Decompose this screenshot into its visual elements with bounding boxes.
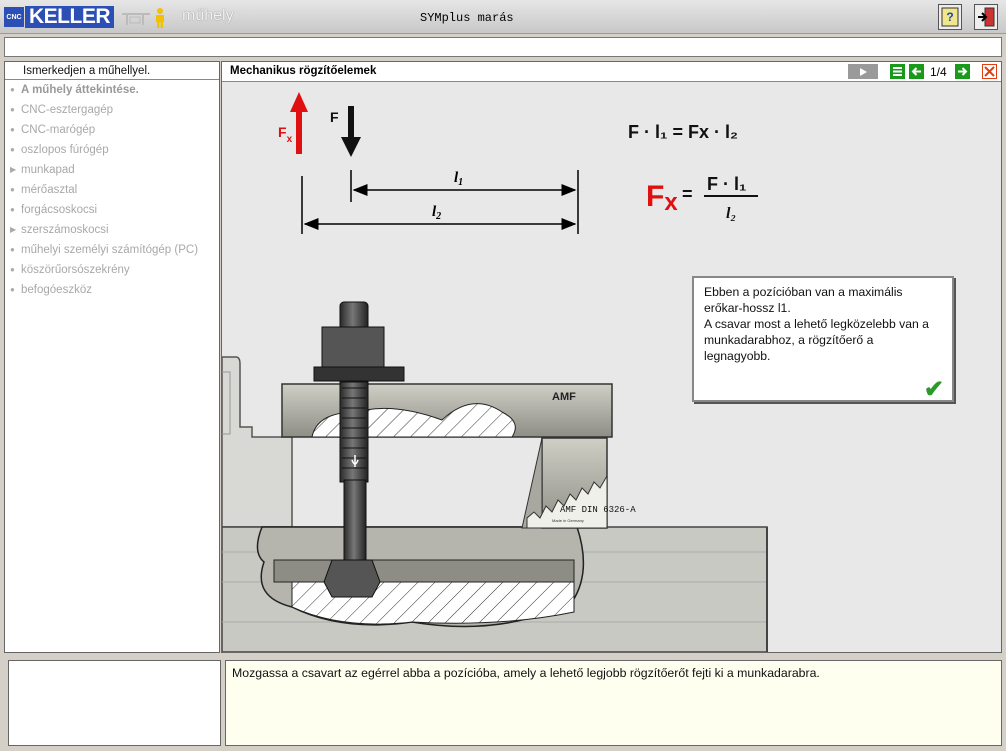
prev-icon: [911, 67, 921, 76]
play-icon: [860, 67, 867, 76]
info-box: Ebben a pozícióban van a maximális erőka…: [692, 276, 954, 402]
sidebar-header: Ismerkedjen a műhellyel.: [5, 62, 219, 80]
bullet-icon: ●: [10, 145, 15, 154]
f-label: F: [330, 109, 339, 125]
main-panel: Mechanikus rögzítőelemek 1/4 Fx F l1 l2 …: [221, 61, 1002, 653]
triangle-icon: ▶: [10, 165, 17, 174]
bullet-icon: ●: [10, 265, 15, 274]
sidebar-item-measuring-table[interactable]: ● mérőasztal: [5, 180, 219, 200]
f-force-arrow: [341, 106, 361, 157]
equation-2-eq: =: [682, 184, 693, 204]
exit-button[interactable]: [974, 4, 998, 30]
bullet-icon: ●: [10, 105, 15, 114]
fx-force-arrow: [290, 92, 308, 154]
equation-2-numerator: F · l₁: [707, 174, 746, 194]
section-label: műhely: [182, 7, 234, 24]
step-block: AMF DIN 6326-A Made in Germany: [521, 437, 636, 529]
close-button[interactable]: [982, 64, 997, 79]
sidebar-item-clamping[interactable]: ● befogóeszköz: [5, 280, 219, 300]
machine-table: [222, 526, 768, 652]
page-indicator: 1/4: [930, 65, 947, 79]
help-button[interactable]: ?: [938, 4, 962, 30]
cnc-logo-box: CNC: [4, 7, 24, 27]
triangle-icon: ▶: [10, 225, 17, 234]
bullet-icon: ●: [10, 125, 15, 134]
sidebar-item-label: munkapad: [21, 164, 75, 176]
sidebar-item-label: oszlopos fúrógép: [21, 144, 109, 156]
logo-prefix: CNC: [6, 13, 22, 21]
page-title: Mechanikus rögzítőelemek: [230, 65, 377, 77]
address-field[interactable]: [4, 37, 1002, 57]
sidebar-item-milling[interactable]: ● CNC-marógép: [5, 120, 219, 140]
sidebar-item-label: CNC-marógép: [21, 124, 96, 136]
left-fixture: [222, 356, 293, 528]
sidebar: Ismerkedjen a műhellyel. ● A műhely áttek…: [4, 61, 220, 653]
sidebar-item-label: befogóeszköz: [21, 284, 92, 296]
bullet-icon: ●: [10, 245, 15, 254]
bottom-left-panel: [8, 660, 221, 746]
sidebar-item-grinder[interactable]: ● köszörűorsószekrény: [5, 260, 219, 280]
sidebar-item-label: mérőasztal: [21, 184, 78, 196]
next-icon: [958, 67, 968, 76]
workshop-icon: [122, 8, 164, 28]
bullet-icon: ●: [10, 85, 15, 94]
l2-label: l2: [432, 204, 441, 222]
close-icon: [984, 66, 995, 77]
sidebar-item-overview[interactable]: ● A műhely áttekintése.: [5, 80, 219, 100]
bullet-icon: ●: [10, 205, 15, 214]
sidebar-item-label: szerszámoskocsi: [21, 224, 109, 236]
sidebar-item-workbench[interactable]: ▶ munkapad: [5, 160, 219, 180]
bullet-icon: ●: [10, 285, 15, 294]
sidebar-item-chip-cart[interactable]: ● forgácsoskocsi: [5, 200, 219, 220]
fx-label: Fx: [278, 124, 293, 145]
check-icon: ✔: [923, 376, 944, 403]
info-text: Ebben a pozícióban van a maximális erőka…: [704, 285, 929, 363]
title-bar: CNC KELLER műhely SYMplus marás ?: [0, 0, 1006, 34]
clamp-bar: AMF: [281, 383, 613, 438]
sidebar-item-label: CNC-esztergagép: [21, 104, 114, 116]
svg-text:?: ?: [946, 10, 953, 24]
next-button[interactable]: [955, 64, 970, 79]
content-header: Mechanikus rögzítőelemek 1/4: [222, 62, 1001, 82]
exit-icon: [978, 7, 995, 27]
app-title: SYMplus marás: [420, 11, 514, 25]
equation-1: F · l₁ = Fx · l₂: [628, 122, 738, 142]
bullet-icon: ●: [10, 185, 15, 194]
sidebar-item-label: műhelyi személyi számítógép (PC): [21, 244, 199, 256]
sidebar-item-drill[interactable]: ● oszlopos fúrógép: [5, 140, 219, 160]
din-label: AMF DIN 6326-A: [560, 505, 636, 515]
index-button[interactable]: [890, 64, 905, 79]
keller-logo: CNC KELLER: [4, 5, 114, 29]
sidebar-item-label: köszörűorsószekrény: [21, 264, 130, 276]
logo-text: KELLER: [25, 6, 114, 28]
equation-2-lhs: Fx: [646, 180, 678, 216]
sidebar-item-lathe[interactable]: ● CNC-esztergagép: [5, 100, 219, 120]
instruction-panel: Mozgassa a csavart az egérrel abba a poz…: [225, 660, 1002, 746]
list-icon: [893, 67, 902, 76]
sidebar-item-label: forgácsoskocsi: [21, 204, 98, 216]
l1-label: l1: [454, 170, 463, 188]
sidebar-item-tool-cart[interactable]: ▶ szerszámoskocsi: [5, 220, 219, 240]
made-in-label: Made in Germany: [552, 518, 584, 523]
prev-button[interactable]: [909, 64, 924, 79]
help-icon: ?: [941, 7, 959, 27]
sidebar-item-pc[interactable]: ● műhelyi személyi számítógép (PC): [5, 240, 219, 260]
amf-logo: AMF: [552, 391, 576, 403]
sidebar-item-label: A műhely áttekintése.: [21, 84, 139, 96]
equation-2-denominator: l₂: [726, 205, 736, 222]
play-button[interactable]: [848, 64, 878, 79]
